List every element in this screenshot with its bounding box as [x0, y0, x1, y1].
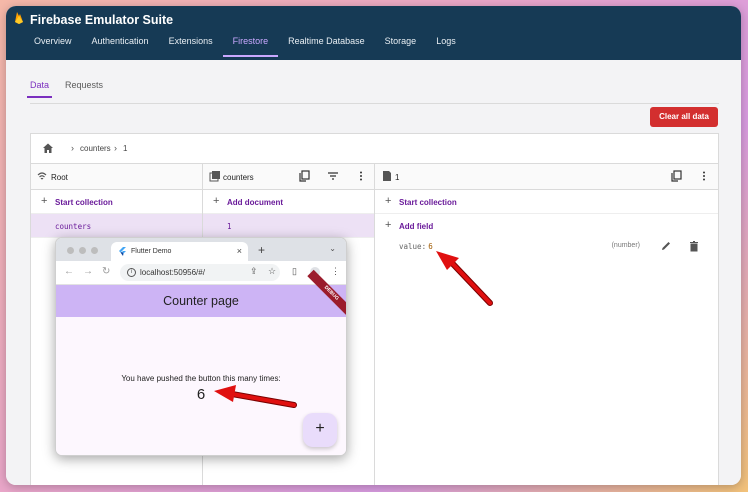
annotation-arrows — [214, 251, 493, 408]
arrow-to-field-value — [436, 251, 493, 306]
arrow-to-counter — [214, 385, 297, 408]
